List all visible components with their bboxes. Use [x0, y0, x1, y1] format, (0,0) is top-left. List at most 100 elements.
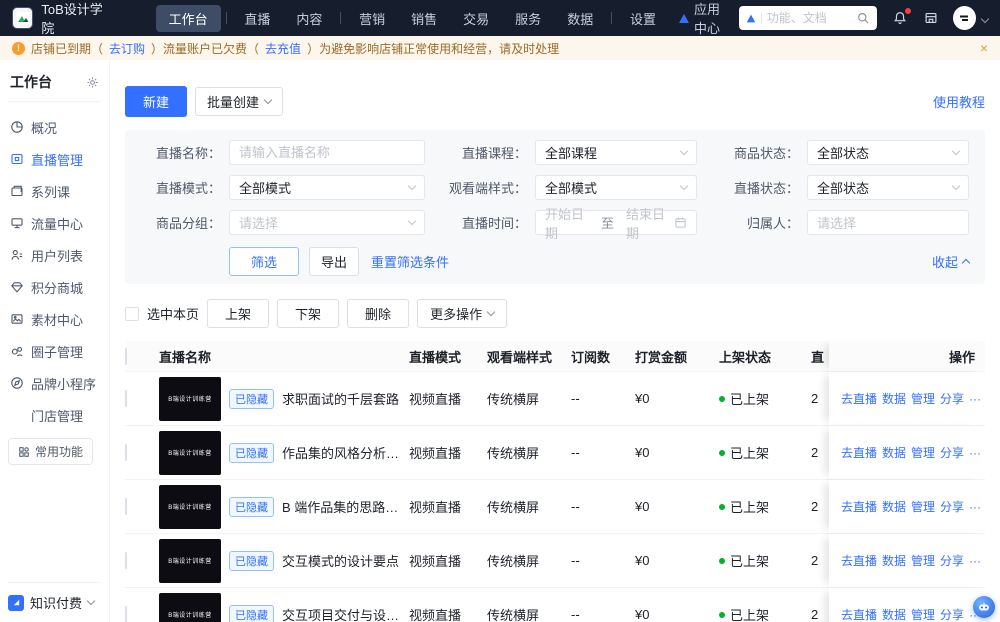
nav-item-content[interactable]: 内容: [283, 5, 335, 32]
select-all-checkbox[interactable]: [125, 348, 127, 365]
share-link[interactable]: 分享: [940, 390, 964, 407]
row-checkbox[interactable]: [125, 552, 127, 569]
sidebar-settings-button[interactable]: [86, 76, 99, 89]
nav-item-service[interactable]: 服务: [502, 5, 554, 32]
share-link[interactable]: 分享: [940, 606, 964, 622]
renew-link[interactable]: 去订购: [109, 40, 145, 57]
row-checkbox[interactable]: [125, 390, 127, 407]
search-input[interactable]: [767, 11, 852, 25]
nav-item-trade[interactable]: 交易: [450, 5, 502, 32]
sidebar-item-live-management[interactable]: 直播管理: [8, 143, 101, 175]
live-name-input[interactable]: [239, 145, 415, 160]
row-checkbox[interactable]: [125, 606, 127, 622]
live-video-icon: [10, 152, 24, 166]
more-ops-link[interactable]: ···: [969, 392, 981, 406]
product-status-select[interactable]: 全部状态: [807, 140, 969, 165]
data-link[interactable]: 数据: [882, 444, 906, 461]
account-chevron-icon[interactable]: [982, 9, 988, 27]
more-ops-link[interactable]: ···: [969, 500, 981, 514]
share-link[interactable]: 分享: [940, 444, 964, 461]
status-dot: [719, 396, 725, 402]
storefront-icon: [923, 10, 939, 26]
live-mode-select[interactable]: 全部模式: [229, 175, 425, 200]
knowledge-pay-switcher[interactable]: 知识付费: [8, 582, 101, 612]
sidebar-item-material-center[interactable]: 素材中心: [8, 303, 101, 335]
live-title: 作品集的风格分析与演示: [282, 443, 409, 462]
sidebar-item-user-list[interactable]: 用户列表: [8, 239, 101, 271]
row-checkbox[interactable]: [125, 498, 127, 515]
manage-link[interactable]: 管理: [911, 498, 935, 515]
viewer-style-label: 观看端样式：: [447, 178, 535, 197]
sidebar-item-label: 积分商城: [31, 278, 83, 297]
sidebar-item-traffic-center[interactable]: 流量中心: [8, 207, 101, 239]
data-link[interactable]: 数据: [882, 390, 906, 407]
go-live-link[interactable]: 去直播: [841, 498, 877, 515]
go-live-link[interactable]: 去直播: [841, 444, 877, 461]
nav-item-app-center[interactable]: 应用中心: [669, 0, 739, 41]
viewer-style-select[interactable]: 全部模式: [535, 175, 697, 200]
header-mode: 直播模式: [409, 347, 487, 366]
common-functions-button[interactable]: 常用功能: [8, 438, 93, 465]
owner-select[interactable]: 请选择: [807, 210, 969, 235]
nav-item-marketing[interactable]: 营销: [346, 5, 398, 32]
live-name-input-wrap: [229, 140, 425, 165]
live-name-cell: B端设计训练营 已隐藏 交互项目交付与设计走查: [159, 593, 409, 622]
nav-item-sales[interactable]: 销售: [398, 5, 450, 32]
unpublish-button[interactable]: 下架: [277, 299, 339, 328]
go-live-link[interactable]: 去直播: [841, 606, 877, 622]
reset-filters-link[interactable]: 重置筛选条件: [371, 252, 449, 271]
more-actions-button[interactable]: 更多操作: [417, 299, 507, 328]
more-ops-link[interactable]: ···: [969, 554, 981, 568]
knowledge-pay-label: 知识付费: [30, 593, 82, 612]
manage-link[interactable]: 管理: [911, 390, 935, 407]
sidebar-item-circle-management[interactable]: 圈子管理: [8, 335, 101, 367]
create-button[interactable]: 新建: [125, 86, 187, 117]
sidebar-item-series-course[interactable]: 系列课: [8, 175, 101, 207]
data-link[interactable]: 数据: [882, 606, 906, 622]
data-link[interactable]: 数据: [882, 552, 906, 569]
filter-button[interactable]: 筛选: [229, 247, 299, 276]
row-checkbox[interactable]: [125, 444, 127, 461]
status-cell: 已上架: [719, 551, 811, 570]
live-time-range-picker[interactable]: 开始日期 至 结束日期: [535, 210, 697, 235]
collapse-filters-link[interactable]: 收起: [932, 252, 969, 271]
live-status-select[interactable]: 全部状态: [807, 175, 969, 200]
sidebar-item-store-management[interactable]: 门店管理: [8, 399, 101, 431]
go-live-link[interactable]: 去直播: [841, 552, 877, 569]
more-ops-link[interactable]: ···: [969, 446, 981, 460]
data-link[interactable]: 数据: [882, 498, 906, 515]
publish-button[interactable]: 上架: [207, 299, 269, 328]
sidebar-item-overview[interactable]: 概况: [8, 111, 101, 143]
product-group-placeholder: 请选择: [239, 213, 278, 232]
share-link[interactable]: 分享: [940, 498, 964, 515]
sidebar-item-brand-miniapp[interactable]: 品牌小程序: [8, 367, 101, 399]
select-page-checkbox[interactable]: [125, 307, 139, 321]
status-cell: 已上架: [719, 497, 811, 516]
nav-item-settings[interactable]: 设置: [617, 5, 669, 32]
global-search[interactable]: [739, 6, 877, 30]
tutorial-link[interactable]: 使用教程: [933, 92, 985, 111]
batch-create-button[interactable]: 批量创建: [195, 87, 283, 116]
assistant-robot-button[interactable]: [973, 596, 995, 618]
share-link[interactable]: 分享: [940, 552, 964, 569]
nav-item-data[interactable]: 数据: [554, 5, 606, 32]
recharge-link[interactable]: 去充值: [265, 40, 301, 57]
store-button[interactable]: [923, 10, 939, 26]
search-icon[interactable]: [857, 12, 870, 25]
sidebar-item-points-mall[interactable]: 积分商城: [8, 271, 101, 303]
nav-item-live[interactable]: 直播: [231, 5, 283, 32]
go-live-link[interactable]: 去直播: [841, 390, 877, 407]
delete-button[interactable]: 删除: [347, 299, 409, 328]
nav-item-workbench[interactable]: 工作台: [156, 5, 221, 32]
live-list-table: 直播名称 直播模式 观看端样式 订阅数 打赏金额 上架状态 直 操作 B端设计训…: [125, 341, 985, 622]
viewer-style-cell: 传统横屏: [487, 605, 571, 622]
export-button[interactable]: 导出: [309, 247, 359, 276]
product-group-select[interactable]: 请选择: [229, 210, 425, 235]
notification-bell-button[interactable]: [892, 10, 908, 26]
manage-link[interactable]: 管理: [911, 552, 935, 569]
live-course-select[interactable]: 全部课程: [535, 140, 697, 165]
banner-close-icon[interactable]: ×: [980, 40, 988, 56]
manage-link[interactable]: 管理: [911, 444, 935, 461]
user-avatar[interactable]: [953, 6, 976, 30]
manage-link[interactable]: 管理: [911, 606, 935, 622]
